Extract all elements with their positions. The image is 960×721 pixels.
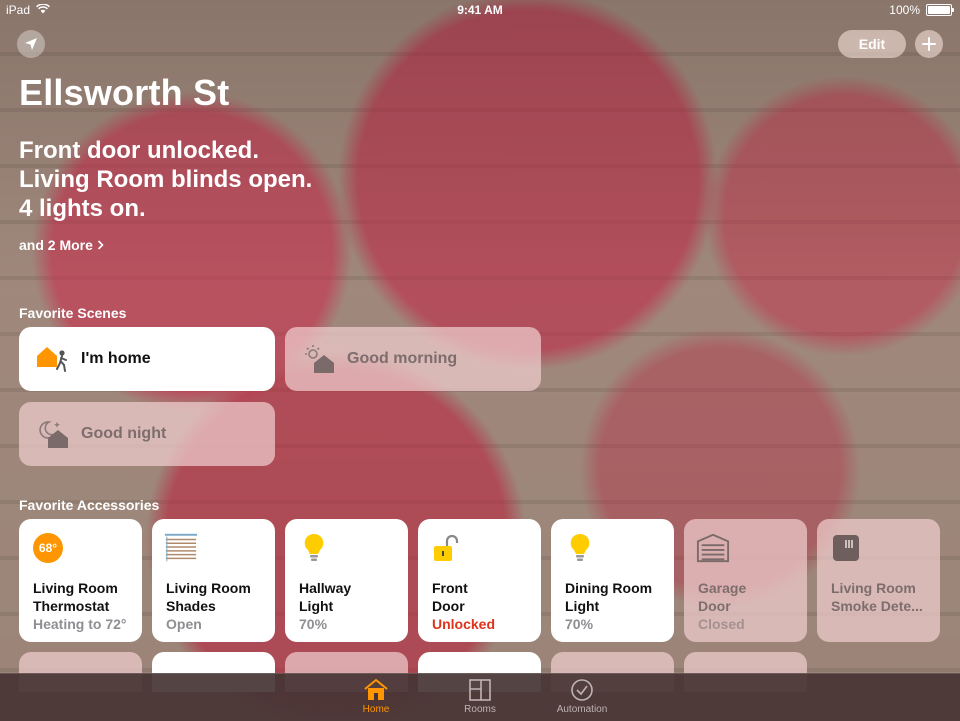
- accessory-status: Unlocked: [432, 616, 496, 632]
- location-arrow-icon: [25, 38, 37, 50]
- accessory-name-line: Thermostat: [33, 598, 110, 614]
- accessory-hallway-light[interactable]: Hallway Light 70%: [285, 519, 408, 642]
- scene-im-home[interactable]: I'm home: [19, 327, 275, 391]
- accessory-name-line: Shades: [166, 598, 216, 614]
- chevron-right-icon: [97, 240, 104, 250]
- battery-icon: [926, 4, 954, 16]
- moon-home-icon: [35, 418, 71, 450]
- tab-home[interactable]: Home: [336, 678, 416, 715]
- sunrise-home-icon: [301, 343, 337, 375]
- accessory-front-door[interactable]: Front Door Unlocked: [418, 519, 541, 642]
- more-status-label: and 2 More: [19, 237, 93, 253]
- automation-tab-icon: [571, 679, 593, 701]
- accessory-name: Living Room Smoke Dete...: [831, 579, 931, 615]
- accessory-name-line: Door: [698, 598, 731, 614]
- lightbulb-icon: [297, 531, 331, 565]
- tab-rooms[interactable]: Rooms: [440, 678, 520, 715]
- summary-line: Living Room blinds open.: [19, 166, 313, 193]
- accessory-name-line: Light: [299, 598, 334, 614]
- accessory-name-line: Door: [432, 598, 465, 614]
- accessory-status: 70%: [565, 616, 594, 632]
- accessory-living-room-thermostat[interactable]: 68° Living Room Thermostat Heating to 72…: [19, 519, 142, 642]
- smoke-detector-icon: [829, 531, 863, 565]
- accessory-status: Closed: [698, 616, 745, 632]
- scene-label: I'm home: [81, 350, 151, 367]
- edit-button[interactable]: Edit: [838, 30, 906, 58]
- accessory-name: Living Room Thermostat: [33, 579, 133, 615]
- shades-icon: [164, 531, 198, 565]
- home-title: Ellsworth St: [19, 72, 230, 113]
- accessory-name: Front Door: [432, 579, 532, 615]
- status-bar: iPad 9:41 AM 100%: [0, 0, 960, 20]
- home-summary: Front door unlocked. Living Room blinds …: [19, 136, 312, 223]
- garage-door-icon: [696, 531, 730, 565]
- accessory-name: Garage Door: [698, 579, 798, 615]
- scene-good-morning[interactable]: Good morning: [285, 327, 541, 391]
- accessory-name-line: Dining Room: [565, 580, 653, 596]
- accessory-name-line: Living Room: [831, 580, 916, 596]
- accessory-name-line: Light: [565, 598, 600, 614]
- accessory-name-line: Hallway: [299, 580, 352, 596]
- favorite-scenes-title: Favorite Scenes: [19, 305, 127, 321]
- thermostat-temperature: 68°: [33, 533, 63, 563]
- accessory-living-room-shades[interactable]: Living Room Shades Open: [152, 519, 275, 642]
- plus-icon: [922, 37, 936, 51]
- accessory-name-line: Front: [432, 580, 468, 596]
- accessory-name-line: Smoke Dete...: [831, 598, 923, 614]
- scene-label: Good morning: [347, 350, 458, 367]
- accessory-dining-room-light[interactable]: Dining Room Light 70%: [551, 519, 674, 642]
- accessory-garage-door[interactable]: Garage Door Closed: [684, 519, 807, 642]
- tab-label: Home: [362, 704, 390, 715]
- unlocked-icon: [430, 531, 464, 565]
- accessory-name-line: Garage: [698, 580, 747, 596]
- thermostat-icon: 68°: [31, 531, 65, 565]
- accessory-name: Dining Room Light: [565, 579, 665, 615]
- accessory-status: Heating to 72°: [33, 616, 127, 632]
- tab-label: Rooms: [464, 704, 496, 715]
- summary-line: Front door unlocked.: [19, 137, 259, 164]
- tab-automation[interactable]: Automation: [542, 678, 622, 715]
- battery-percent: 100%: [889, 3, 920, 17]
- summary-line: 4 lights on.: [19, 195, 146, 222]
- accessory-name: Living Room Shades: [166, 579, 266, 615]
- favorite-accessories-title: Favorite Accessories: [19, 497, 160, 513]
- accessory-status: 70%: [299, 616, 328, 632]
- location-button[interactable]: [17, 30, 45, 58]
- status-time: 9:41 AM: [457, 3, 503, 17]
- rooms-tab-icon: [469, 679, 491, 701]
- more-status-link[interactable]: and 2 More: [19, 237, 104, 253]
- accessory-status: Open: [166, 616, 202, 632]
- home-arrive-icon: [35, 343, 71, 375]
- add-button[interactable]: [915, 30, 943, 58]
- accessory-name-line: Living Room: [33, 580, 118, 596]
- tab-label: Automation: [556, 704, 608, 715]
- home-tab-icon: [364, 678, 388, 700]
- scene-good-night[interactable]: Good night: [19, 402, 275, 466]
- accessory-name: Hallway Light: [299, 579, 399, 615]
- tab-bar: Home Rooms Automation: [0, 673, 960, 721]
- scene-label: Good night: [81, 425, 167, 442]
- accessory-name-line: Living Room: [166, 580, 251, 596]
- accessory-living-room-smoke-detector[interactable]: Living Room Smoke Dete...: [817, 519, 940, 642]
- lightbulb-icon: [563, 531, 597, 565]
